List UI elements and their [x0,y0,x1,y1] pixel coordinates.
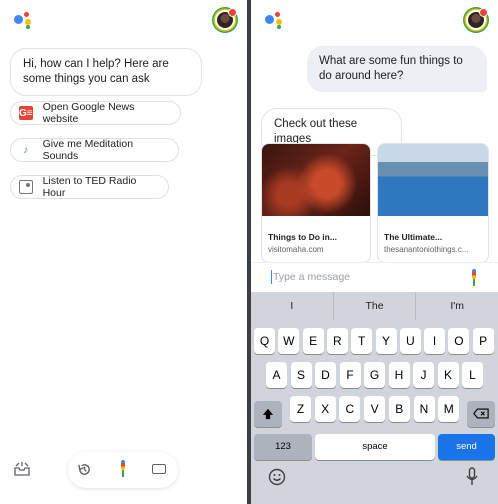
chip-label: Open Google News website [42,101,135,125]
inbox-tray-icon[interactable] [14,462,30,476]
key-b[interactable]: B [388,396,410,422]
image-card-san-antonio[interactable]: The Ultimate... thesanantoniothings.c... [377,143,489,263]
numbers-key[interactable]: 123 [254,434,312,460]
key-q[interactable]: Q [254,328,275,354]
key-c[interactable]: C [339,396,361,422]
image-card-source: thesanantoniothings.c... [384,245,469,254]
key-j[interactable]: J [413,362,434,388]
shift-key[interactable] [254,401,282,427]
key-v[interactable]: V [364,396,386,422]
google-news-icon: G≡ [19,106,33,120]
space-key[interactable]: space [315,434,435,460]
suggestion-chip-radio[interactable]: Listen to TED Radio Hour [10,175,169,199]
key-l[interactable]: L [462,362,483,388]
assistant-greeting: Hi, how can I help? Here are some things… [10,48,202,96]
suggestion-chip-meditation[interactable]: ♪ Give me Meditation Sounds [10,138,179,162]
key-h[interactable]: H [388,362,410,388]
keyboard-suggestion[interactable]: I'm [416,292,498,320]
radio-icon [19,180,33,194]
key-y[interactable]: Y [375,328,397,354]
backspace-key[interactable] [467,401,495,427]
avatar[interactable] [215,8,237,30]
suggestion-chip-news[interactable]: G≡ Open Google News website [10,101,181,125]
image-card-source: visitomaha.com [268,245,324,254]
keyboard-suggestion[interactable]: I [251,292,334,320]
microphone-icon[interactable] [118,460,128,478]
assistant-home-pane: Hi, how can I help? Here are some things… [0,0,247,504]
text-caret [271,270,272,284]
key-x[interactable]: X [314,396,336,422]
image-card-title: Things to Do in... [268,232,337,242]
message-input-placeholder: Type a message [273,271,351,283]
key-m[interactable]: M [438,396,460,422]
key-g[interactable]: G [364,362,385,388]
key-k[interactable]: K [437,362,459,388]
keyboard-icon[interactable] [152,464,166,474]
keyboard-suggestion[interactable]: The [334,292,417,320]
send-key[interactable]: send [438,434,495,460]
keyboard-suggestions: I The I'm [251,292,498,320]
message-input[interactable]: Type a message [251,262,498,292]
onscreen-keyboard: I The I'm QWERTYUIOPASDFGHJKLZXCVBNM 123… [251,292,498,504]
key-r[interactable]: R [326,328,348,354]
microphone-icon[interactable] [469,269,479,287]
chip-label: Listen to TED Radio Hour [42,175,137,199]
image-card-photo [262,144,370,216]
google-assistant-logo [14,12,36,29]
key-a[interactable]: A [266,362,287,388]
dictation-microphone-icon[interactable] [466,467,478,487]
key-z[interactable]: Z [290,396,311,422]
avatar[interactable] [466,8,488,30]
key-u[interactable]: U [399,328,421,354]
key-t[interactable]: T [351,328,373,354]
emoji-icon[interactable] [268,468,286,486]
key-p[interactable]: P [472,328,494,354]
key-i[interactable]: I [424,328,446,354]
music-note-icon: ♪ [23,144,29,156]
key-o[interactable]: O [448,328,470,354]
image-card-title: The Ultimate... [384,232,443,242]
key-s[interactable]: S [290,362,312,388]
image-card-omaha[interactable]: Things to Do in... visitomaha.com [261,143,371,263]
history-icon[interactable] [77,462,92,477]
assistant-conversation-pane: What are some fun things to do around he… [251,0,498,504]
key-w[interactable]: W [278,328,300,354]
user-query-bubble: What are some fun things to do around he… [307,46,487,92]
key-n[interactable]: N [413,396,435,422]
chip-label: Give me Meditation Sounds [42,138,134,162]
key-f[interactable]: F [339,362,361,388]
image-card-photo [378,144,488,216]
key-e[interactable]: E [302,328,324,354]
google-assistant-logo [265,12,287,29]
key-d[interactable]: D [315,362,336,388]
